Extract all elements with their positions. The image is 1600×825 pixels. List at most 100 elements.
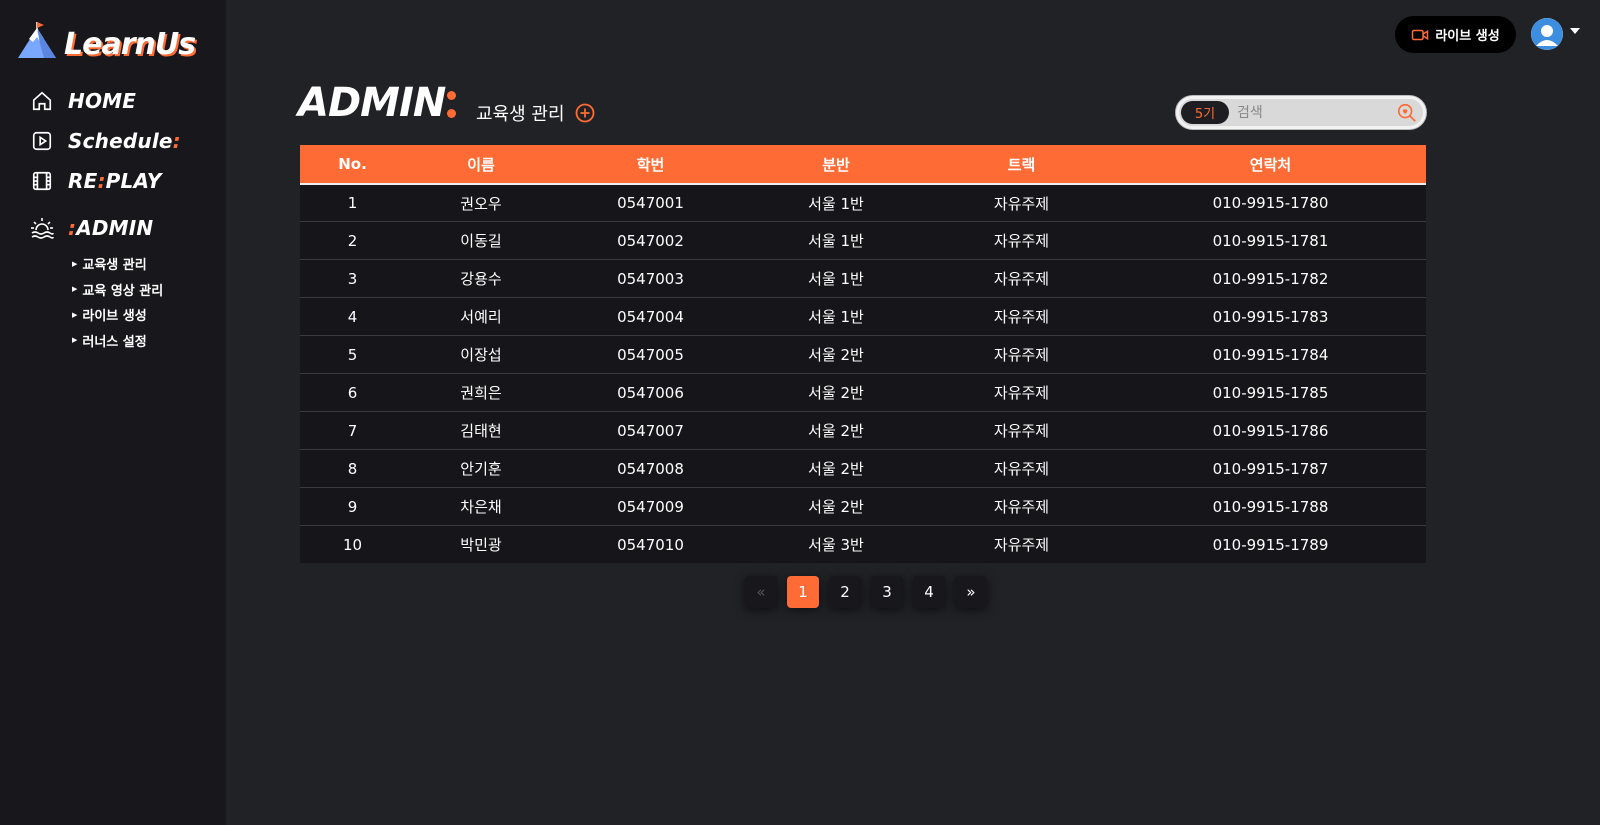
table-cell: 차은채 <box>460 498 502 516</box>
table-cell: 0547005 <box>617 345 684 364</box>
search-icon[interactable] <box>1396 102 1418 124</box>
page-button[interactable]: 1 <box>787 576 819 608</box>
table-cell: 010-9915-1784 <box>1212 345 1329 364</box>
table-row[interactable]: 10 박민광 0547010 서울 3반 자유주제 010-9915-1789 <box>300 525 1426 563</box>
table-row[interactable]: 1 권오우 0547001 서울 1반 자유주제 010-9915-1780 <box>300 183 1426 221</box>
column-header[interactable]: 분반 <box>744 154 928 175</box>
pagination: « 1 2 3 4 » <box>745 576 987 608</box>
table-cell: 010-9915-1787 <box>1212 459 1329 478</box>
table-cell: 자유주제 <box>993 346 1050 364</box>
search-input[interactable] <box>1237 104 1387 121</box>
table-cell: 5 <box>347 345 358 364</box>
table-row[interactable]: 6 권희은 0547006 서울 2반 자유주제 010-9915-1785 <box>300 373 1426 411</box>
table-cell: 서울 2반 <box>808 460 864 478</box>
table-cell: 서울 2반 <box>808 498 864 516</box>
nav-schedule[interactable]: Schedule: <box>30 129 181 153</box>
nav-admin[interactable]: :ADMIN <box>30 216 153 240</box>
sunrise-icon <box>30 216 54 240</box>
mountain-flag-icon <box>18 22 56 58</box>
create-live-label: 라이브 생성 <box>1435 29 1500 44</box>
table-cell: 0547002 <box>617 231 684 250</box>
table-cell: 010-9915-1786 <box>1212 421 1329 440</box>
table-cell: 이장섭 <box>460 346 502 364</box>
table-cell: 8 <box>347 459 358 478</box>
table-row[interactable]: 7 김태현 0547007 서울 2반 자유주제 010-9915-1786 <box>300 411 1426 449</box>
column-header[interactable]: 트랙 <box>928 154 1115 175</box>
column-header[interactable]: 학번 <box>557 154 744 175</box>
table-cell: 서울 2반 <box>808 346 864 364</box>
table-cell: 0547007 <box>617 421 684 440</box>
table-cell: 7 <box>347 421 358 440</box>
table-cell: 권희은 <box>460 384 502 402</box>
table-row[interactable]: 9 차은채 0547009 서울 2반 자유주제 010-9915-1788 <box>300 487 1426 525</box>
table-cell: 010-9915-1789 <box>1212 535 1329 554</box>
table-cell: 박민광 <box>460 536 502 554</box>
nav-home[interactable]: HOME <box>30 89 136 113</box>
table-cell: 0547009 <box>617 497 684 516</box>
column-header[interactable]: 이름 <box>405 154 557 175</box>
caret-right-icon: ▶ <box>72 259 78 268</box>
logo-text: LearnUs <box>64 27 196 62</box>
table-cell: 010-9915-1785 <box>1212 383 1329 402</box>
page-button[interactable]: 4 <box>913 576 945 608</box>
table-cell: 자유주제 <box>993 308 1050 326</box>
search-bar: 5기 <box>1176 96 1426 129</box>
nav-schedule-label: Schedule: <box>68 129 181 153</box>
home-icon <box>30 89 54 113</box>
table-cell: 0547006 <box>617 383 684 402</box>
table-cell: 서울 1반 <box>808 232 864 250</box>
cohort-select[interactable]: 5기 <box>1181 101 1229 124</box>
table-cell: 010-9915-1788 <box>1212 497 1329 516</box>
submenu-item-video-management[interactable]: ▶ 교육 영상 관리 <box>72 277 163 303</box>
table-cell: 자유주제 <box>993 460 1050 478</box>
table-row[interactable]: 4 서예리 0547004 서울 1반 자유주제 010-9915-1783 <box>300 297 1426 335</box>
add-circle-icon[interactable] <box>575 103 595 123</box>
table-cell: 안기훈 <box>460 460 502 478</box>
page-button[interactable]: 2 <box>829 576 861 608</box>
table-cell: 10 <box>342 535 363 554</box>
table-cell: 서울 1반 <box>808 308 864 326</box>
table-cell: 서울 2반 <box>808 384 864 402</box>
film-icon <box>30 169 54 193</box>
table-row[interactable]: 8 안기훈 0547008 서울 2반 자유주제 010-9915-1787 <box>300 449 1426 487</box>
next-page-button[interactable]: » <box>955 576 987 608</box>
nav-admin-label: :ADMIN <box>68 216 154 240</box>
create-live-button[interactable]: 라이브 생성 <box>1395 16 1516 53</box>
table-cell: 강용수 <box>460 270 502 288</box>
submenu-item-live-create[interactable]: ▶ 라이브 생성 <box>72 302 163 328</box>
logo[interactable]: LearnUs <box>16 22 196 62</box>
submenu-item-student-management[interactable]: ▶ 교육생 관리 <box>72 251 163 277</box>
table-row[interactable]: 3 강용수 0547003 서울 1반 자유주제 010-9915-1782 <box>300 259 1426 297</box>
table-body: 1 권오우 0547001 서울 1반 자유주제 010-9915-1780 2 이동길 054… <box>300 183 1426 563</box>
table-cell: 0547010 <box>617 535 684 554</box>
table-cell: 010-9915-1783 <box>1212 307 1329 326</box>
nav-replay[interactable]: RE:PLAY <box>30 169 162 193</box>
caret-right-icon: ▶ <box>72 336 78 345</box>
table-cell: 서예리 <box>460 308 502 326</box>
prev-page-button[interactable]: « <box>745 576 777 608</box>
table-cell: 서울 3반 <box>808 536 864 554</box>
table-row[interactable]: 5 이장섭 0547005 서울 2반 자유주제 010-9915-1784 <box>300 335 1426 373</box>
table-cell: 4 <box>347 307 358 326</box>
avatar[interactable] <box>1531 18 1563 50</box>
table-cell: 자유주제 <box>993 536 1050 554</box>
page-button[interactable]: 3 <box>871 576 903 608</box>
column-header[interactable]: No. <box>300 155 405 173</box>
submenu-item-settings[interactable]: ▶ 러너스 설정 <box>72 328 163 354</box>
account-menu-caret-icon[interactable] <box>1570 28 1580 34</box>
table-cell: 자유주제 <box>993 270 1050 288</box>
table-cell: 010-9915-1782 <box>1212 269 1329 288</box>
page-title: ADMIN <box>298 80 446 126</box>
table-cell: 김태현 <box>460 422 502 440</box>
caret-right-icon: ▶ <box>72 310 78 319</box>
video-camera-icon <box>1412 29 1429 40</box>
user-avatar-icon <box>1531 18 1563 50</box>
sidebar: LearnUs HOME Schedule: RE:PLAY :ADMIN ▶ 교… <box>0 0 226 825</box>
table-cell: 0547008 <box>617 459 684 478</box>
column-header[interactable]: 연락처 <box>1115 154 1426 175</box>
table-cell: 자유주제 <box>993 232 1050 250</box>
caret-right-icon: ▶ <box>72 285 78 294</box>
table-row[interactable]: 2 이동길 0547002 서울 1반 자유주제 010-9915-1781 <box>300 221 1426 259</box>
nav-home-label: HOME <box>68 89 137 113</box>
colon-accent-icon <box>447 91 458 119</box>
